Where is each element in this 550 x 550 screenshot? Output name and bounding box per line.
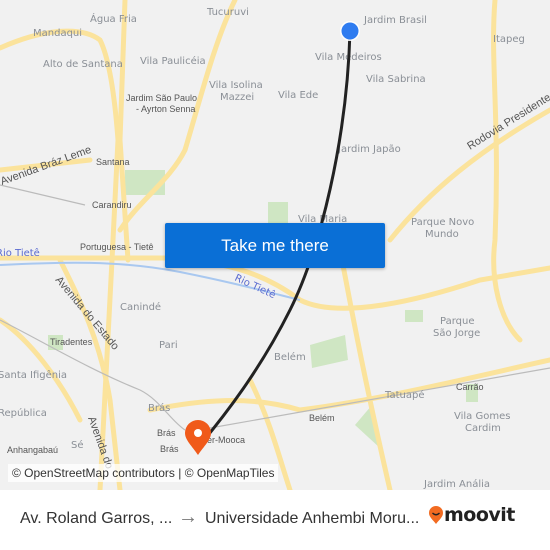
label-station-tiradentes: Tiradentes [50, 337, 93, 347]
label-avenida-braz-leme: Avenida Bráz Leme [0, 144, 93, 188]
destination-name: Universidade Anhembi Moru... [205, 510, 420, 527]
label-cardim: Cardim [465, 423, 501, 434]
destination-pin-icon[interactable] [185, 420, 211, 455]
label-station-anhangabau: Anhangabaú [7, 445, 58, 455]
label-jardim-analia: Jardim Anália [423, 478, 490, 490]
label-bras: Brás [148, 402, 170, 414]
origin-name: Av. Roland Garros, ... [20, 510, 173, 527]
label-station-belem: Belém [309, 413, 335, 423]
label-caninde: Canindé [120, 301, 161, 313]
label-carrao: Carrão [456, 382, 484, 392]
label-agua-fria: Água Fria [90, 12, 137, 25]
label-jardim-japao: Jardim Japão [337, 144, 401, 155]
take-me-there-button[interactable]: Take me there [165, 223, 385, 268]
label-vila-ede: Vila Ede [278, 90, 318, 101]
brand-name: moovit [444, 504, 515, 526]
route-footer: Av. Roland Garros, ... → Universidade An… [0, 490, 550, 550]
label-se: Sé [71, 439, 84, 451]
label-belem: Belém [274, 351, 306, 363]
label-republica: República [0, 407, 47, 419]
map[interactable]: Água Fria Tucuruvi Jardim Brasil Mandaqu… [0, 0, 550, 490]
arrow-right-icon: → [178, 506, 198, 528]
label-parque: Parque [440, 316, 474, 327]
label-pari: Pari [159, 340, 178, 351]
label-vila-pauliceia: Vila Paulicéia [140, 55, 206, 67]
label-vila-sabrina: Vila Sabrina [366, 74, 426, 85]
label-tucuruvi: Tucuruvi [206, 7, 249, 18]
moovit-pin-icon [429, 506, 443, 524]
label-alto-de-santana: Alto de Santana [43, 59, 123, 70]
label-rio-tiete-west: Rio Tietê [0, 247, 40, 259]
label-station-bras-2: Brás [160, 444, 179, 454]
origin-marker[interactable] [340, 21, 360, 41]
label-vila-gomes: Vila Gomes [454, 411, 510, 422]
label-mundo: Mundo [425, 229, 459, 240]
label-rodovia-presidente: Rodovia Presidente [465, 91, 550, 152]
label-mazzei: Mazzei [220, 92, 254, 103]
label-tatuape: Tatuapé [384, 389, 424, 401]
label-station-portuguesa-tiete: Portuguesa - Tietê [80, 242, 154, 252]
label-station-carandiru: Carandiru [92, 200, 132, 210]
label-santa-ifigenia: Santa Ifigênia [0, 369, 67, 381]
moovit-logo[interactable]: moovit [428, 504, 515, 526]
label-sao-jorge: São Jorge [433, 328, 480, 339]
label-station-ayrton-senna: - Ayrton Senna [136, 104, 195, 114]
label-station-mooca: er-Mooca [207, 435, 245, 445]
label-station-bras: Brás [157, 428, 176, 438]
label-station-santana: Santana [96, 157, 130, 167]
label-itapeg: Itapeg [493, 34, 525, 45]
label-vila-isolina: Vila Isolina [209, 80, 263, 91]
map-attribution[interactable]: © OpenStreetMap contributors | © OpenMap… [8, 464, 279, 482]
label-station-jardim-sao-paulo: Jardim São Paulo [126, 93, 197, 103]
label-mandaqui: Mandaqui [33, 28, 82, 39]
label-jardim-brasil: Jardim Brasil [363, 15, 427, 26]
label-parque-novo: Parque Novo [411, 217, 474, 228]
